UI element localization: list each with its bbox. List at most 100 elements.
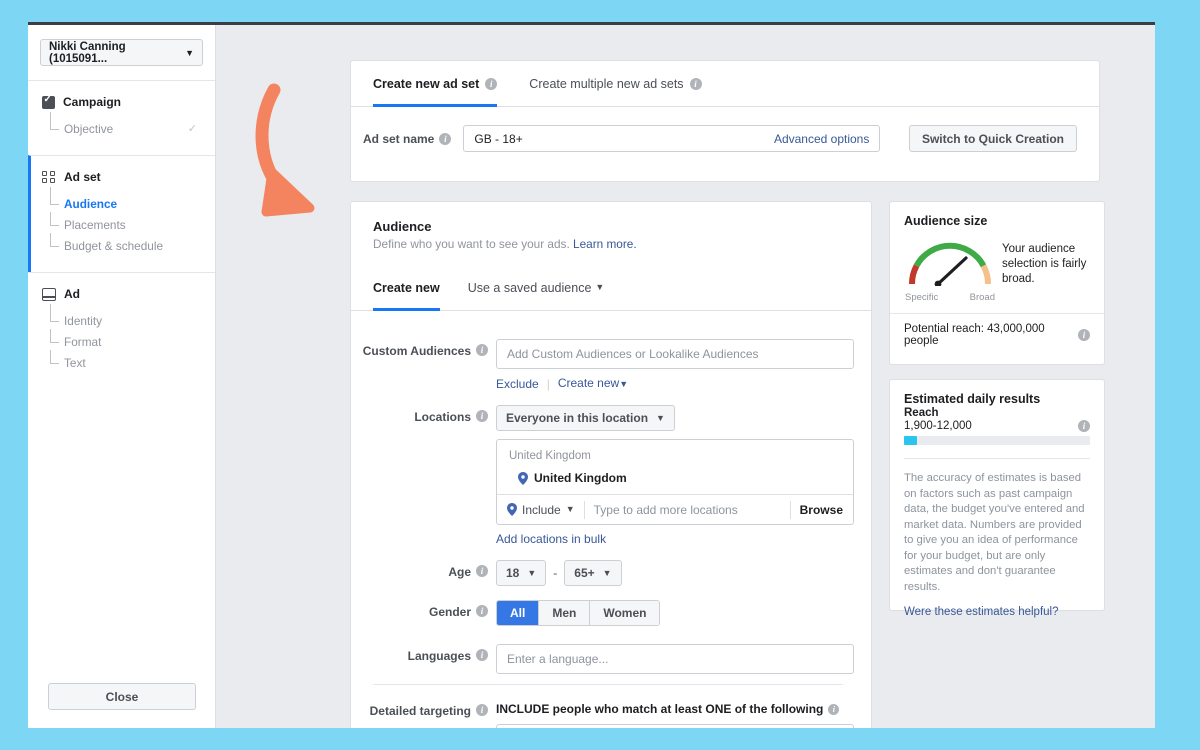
- tab-create-multiple-ad-sets[interactable]: Create multiple new ad sets i: [529, 61, 702, 106]
- sidebar-group-header-campaign[interactable]: Campaign: [28, 94, 215, 109]
- age-control: 18 ▼ - 65+ ▼: [496, 560, 857, 586]
- sidebar-group-header-ad[interactable]: Ad: [28, 287, 215, 301]
- info-icon[interactable]: i: [476, 410, 488, 422]
- info-icon[interactable]: i: [476, 605, 488, 617]
- sidebar-item-label: Budget & schedule: [64, 238, 164, 253]
- sidebar-item-format[interactable]: Format: [28, 329, 215, 352]
- include-label: Include: [522, 502, 561, 517]
- detailed-targeting-label-group: Detailed targeting i: [351, 699, 496, 728]
- sidebar-item-text[interactable]: Text: [28, 350, 215, 373]
- custom-audiences-input[interactable]: Add Custom Audiences or Lookalike Audien…: [496, 339, 854, 369]
- sidebar-group-label: Ad: [64, 287, 80, 301]
- reach-progress-fill: [904, 436, 918, 445]
- audience-size-title: Audience size: [904, 214, 988, 228]
- tab-create-new-audience[interactable]: Create new: [373, 281, 440, 311]
- sidebar-item-label: Text: [64, 355, 86, 370]
- gender-label: Gender: [428, 605, 471, 619]
- detailed-targeting-input[interactable]: [496, 724, 854, 728]
- sidebar-item-label: Audience: [64, 196, 118, 211]
- ad-set-creation-card: Create new ad set i Create multiple new …: [350, 60, 1100, 182]
- browse-button[interactable]: Browse: [800, 503, 843, 517]
- detailed-targeting-instruction: INCLUDE people who match at least ONE of…: [496, 702, 824, 716]
- advanced-options-link[interactable]: Advanced options: [774, 132, 869, 146]
- age-max-value: 65+: [574, 566, 595, 580]
- info-icon[interactable]: i: [828, 703, 840, 715]
- location-chip-united-kingdom[interactable]: United Kingdom: [509, 471, 841, 485]
- left-sidebar: Nikki Canning (1015091... ▼ Campaign Obj…: [28, 25, 216, 728]
- sidebar-item-budget-schedule[interactable]: Budget & schedule: [31, 233, 215, 256]
- locations-bulk-links: Add locations in bulk: [496, 532, 857, 546]
- info-icon[interactable]: i: [476, 344, 488, 356]
- age-range-dash: -: [553, 566, 558, 580]
- age-max-dropdown[interactable]: 65+ ▼: [564, 560, 622, 586]
- info-icon[interactable]: i: [1078, 329, 1090, 341]
- estimates-feedback-link[interactable]: Were these estimates helpful?: [890, 595, 1104, 618]
- sidebar-item-placements[interactable]: Placements: [31, 212, 215, 235]
- ad-set-name-label-group: Ad set name i: [363, 131, 452, 146]
- info-icon[interactable]: i: [476, 649, 488, 661]
- gender-option-men[interactable]: Men: [539, 601, 591, 625]
- audience-subtitle-text: Define who you want to see your ads.: [373, 237, 570, 251]
- estimated-results-title: Estimated daily results: [904, 392, 1041, 406]
- sidebar-group-label: Ad set: [64, 170, 101, 184]
- field-age: Age i 18 ▼ - 65+ ▼: [351, 560, 857, 586]
- audience-header: Audience Define who you want to see your…: [351, 202, 871, 251]
- tab-create-new-ad-set[interactable]: Create new ad set i: [373, 61, 498, 107]
- sidebar-items-adset: Audience Placements Budget & schedule: [31, 187, 215, 256]
- sidebar-item-identity[interactable]: Identity: [28, 304, 215, 331]
- ad-set-name-input[interactable]: GB - 18+ Advanced options: [463, 125, 881, 152]
- gender-option-women[interactable]: Women: [590, 601, 660, 625]
- info-icon[interactable]: i: [476, 565, 488, 577]
- add-locations-in-bulk-link[interactable]: Add locations in bulk: [496, 532, 606, 546]
- learn-more-link[interactable]: Learn more.: [573, 237, 637, 251]
- languages-input[interactable]: Enter a language...: [496, 644, 854, 674]
- audience-form: Custom Audiences i Add Custom Audiences …: [351, 311, 871, 728]
- sidebar-group-header-adset[interactable]: Ad set: [31, 170, 215, 184]
- locations-label-group: Locations i: [351, 405, 496, 546]
- gauge-label-specific: Specific: [905, 292, 939, 303]
- gender-option-all[interactable]: All: [497, 601, 540, 625]
- audience-tabs: Create new Use a saved audience ▼: [351, 281, 871, 311]
- chevron-down-icon: ▼: [565, 504, 575, 514]
- tab-label: Create multiple new ad sets: [529, 76, 684, 91]
- create-new-audience-link[interactable]: Create new▼: [558, 376, 628, 391]
- custom-audiences-placeholder: Add Custom Audiences or Lookalike Audien…: [507, 347, 759, 361]
- info-icon[interactable]: i: [476, 704, 488, 716]
- age-min-dropdown[interactable]: 18 ▼: [496, 560, 547, 586]
- age-label-group: Age i: [351, 560, 496, 586]
- location-search-input[interactable]: Type to add more locations: [594, 503, 781, 517]
- close-button[interactable]: Close: [48, 683, 196, 710]
- info-icon[interactable]: i: [485, 77, 498, 90]
- info-icon[interactable]: i: [689, 77, 702, 90]
- account-selector[interactable]: Nikki Canning (1015091... ▼: [40, 39, 203, 66]
- languages-control: Enter a language...: [496, 644, 857, 674]
- facebook-ads-manager-window: Nikki Canning (1015091... ▼ Campaign Obj…: [28, 22, 1155, 728]
- sidebar-group-campaign: Campaign Objective ✓: [28, 81, 215, 155]
- include-exclude-dropdown[interactable]: Include ▼: [507, 503, 575, 517]
- sidebar-item-objective[interactable]: Objective ✓: [28, 112, 215, 139]
- switch-to-quick-creation-button[interactable]: Switch to Quick Creation: [908, 125, 1077, 152]
- sidebar-items-campaign: Objective ✓: [28, 112, 215, 139]
- tab-use-saved-audience[interactable]: Use a saved audience ▼: [468, 281, 605, 310]
- field-languages: Languages i Enter a language...: [351, 644, 857, 674]
- estimated-results-metric-value: 1,900-12,000: [904, 420, 972, 432]
- info-icon[interactable]: i: [439, 132, 452, 145]
- locations-label: Locations: [414, 410, 471, 424]
- chevron-down-icon: ▼: [656, 412, 665, 423]
- languages-label: Languages: [407, 649, 471, 663]
- ad-set-name-label: Ad set name: [363, 131, 435, 146]
- locations-selected-group: United Kingdom United Kingdom: [497, 440, 853, 494]
- exclude-link[interactable]: Exclude: [496, 377, 539, 391]
- info-icon[interactable]: i: [1078, 420, 1090, 432]
- estimated-results-metric-label: Reach: [904, 407, 939, 419]
- audience-size-gauge-wrap: Specific Broad Your audience selection i…: [890, 228, 1104, 303]
- location-scope-value: Everyone in this location: [506, 411, 649, 425]
- field-locations: Locations i Everyone in this location ▼ …: [351, 405, 857, 546]
- potential-reach-text: Potential reach: 43,000,000 people: [904, 323, 1045, 347]
- location-scope-dropdown[interactable]: Everyone in this location ▼: [496, 405, 675, 431]
- age-min-value: 18: [506, 566, 520, 580]
- reach-progress-bar: [904, 436, 1090, 445]
- languages-placeholder: Enter a language...: [507, 652, 609, 666]
- ad-set-name-row: Ad set name i GB - 18+ Advanced options …: [351, 107, 1099, 152]
- sidebar-item-audience[interactable]: Audience: [31, 187, 215, 214]
